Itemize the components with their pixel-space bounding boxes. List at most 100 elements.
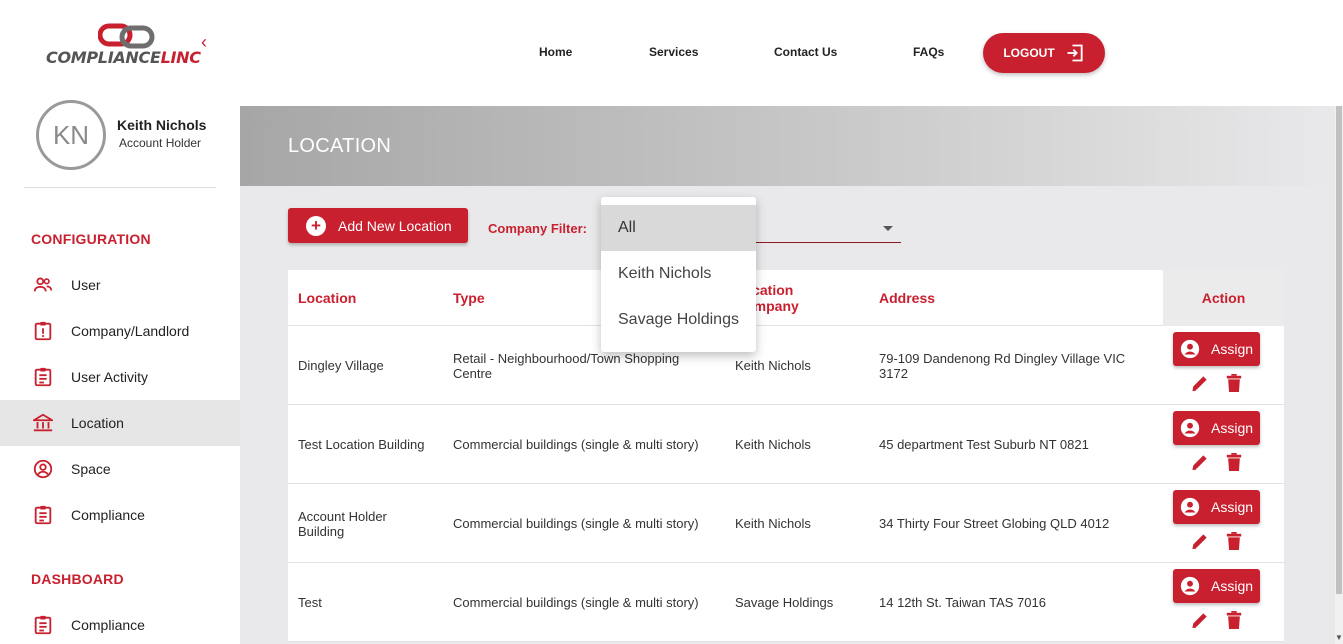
add-new-location-button[interactable]: + Add New Location xyxy=(288,208,468,243)
sidebar-divider xyxy=(24,187,216,188)
plus-circle-icon: + xyxy=(306,215,326,236)
account-circle-icon xyxy=(1179,496,1201,518)
column-header-location: Location xyxy=(298,290,357,306)
column-header-type: Type xyxy=(453,290,485,306)
assign-label: Assign xyxy=(1211,499,1254,515)
clipboard-list-icon xyxy=(32,366,54,388)
sidebar-item-label: Location xyxy=(71,415,124,431)
assign-button[interactable]: Assign xyxy=(1173,490,1260,524)
sidebar-collapse-button[interactable]: ‹ xyxy=(201,32,207,53)
assign-label: Assign xyxy=(1211,420,1254,436)
locations-table: Location Type Location Company Address A… xyxy=(288,270,1284,642)
filter-option-keith-nichols[interactable]: Keith Nichols xyxy=(601,251,756,297)
bank-icon xyxy=(32,412,54,434)
scrollbar-thumb[interactable] xyxy=(1336,106,1342,594)
sidebar-item-label: Compliance xyxy=(71,507,145,523)
avatar-initials: KN xyxy=(52,119,90,150)
sidebar-item-label: Space xyxy=(71,461,111,477)
delete-trash-icon[interactable] xyxy=(1225,610,1243,630)
logo-wordmark: COMPLIANCELINC xyxy=(46,48,201,67)
delete-trash-icon[interactable] xyxy=(1225,373,1243,393)
sidebar-item-company-landlord[interactable]: Company/Landlord xyxy=(0,308,240,354)
column-header-address: Address xyxy=(879,290,936,306)
add-new-location-label: Add New Location xyxy=(338,217,452,234)
cell-location: Test Location Building xyxy=(298,437,425,452)
sidebar-item-user-activity[interactable]: User Activity xyxy=(0,354,240,400)
delete-trash-icon[interactable] xyxy=(1225,452,1243,472)
nav-services-link[interactable]: Services xyxy=(649,45,698,59)
cell-type: Commercial buildings (single & multi sto… xyxy=(453,437,699,452)
page-scrollbar[interactable]: ▼ xyxy=(1335,106,1343,644)
sidebar-item-location[interactable]: Location xyxy=(0,400,240,446)
avatar[interactable]: KN xyxy=(36,100,106,170)
assign-button[interactable]: Assign xyxy=(1173,569,1260,603)
user-name: Keith Nichols xyxy=(117,117,207,133)
app-root: COMPLIANCELINC ‹ KN Keith Nichols Accoun… xyxy=(0,0,1343,644)
sidebar-item-compliance[interactable]: Compliance xyxy=(0,492,240,538)
nav-home-link[interactable]: Home xyxy=(539,45,572,59)
scroll-down-arrow-icon[interactable]: ▼ xyxy=(1335,633,1343,642)
logout-icon xyxy=(1065,43,1085,63)
cell-type: Commercial buildings (single & multi sto… xyxy=(453,595,699,610)
cell-company: Keith Nichols xyxy=(735,516,811,531)
nav-contact-link[interactable]: Contact Us xyxy=(774,45,837,59)
configuration-section-title: CONFIGURATION xyxy=(31,231,151,247)
sidebar-item-label: User Activity xyxy=(71,369,149,385)
assign-button[interactable]: Assign xyxy=(1173,411,1260,445)
filter-option-all[interactable]: All xyxy=(601,205,756,251)
sidebar-item-label: User xyxy=(71,277,101,293)
main-content: LOCATION + Add New Location Company Filt… xyxy=(240,106,1335,644)
assign-label: Assign xyxy=(1211,341,1254,357)
dashboard-section-title: DASHBOARD xyxy=(31,571,124,587)
column-header-action: Action xyxy=(1163,270,1284,326)
account-circle-icon xyxy=(1179,417,1201,439)
sidebar-item-label: Compliance xyxy=(71,617,145,633)
logout-label: LOGOUT xyxy=(1003,46,1055,60)
alert-clipboard-icon xyxy=(32,320,54,342)
nav-faqs-link[interactable]: FAQs xyxy=(913,45,944,59)
dropdown-caret-icon xyxy=(883,226,893,231)
edit-pencil-icon[interactable] xyxy=(1190,452,1210,472)
cell-location: Test xyxy=(298,595,322,610)
sidebar-item-user[interactable]: User xyxy=(0,262,240,308)
cell-company: Savage Holdings xyxy=(735,595,834,610)
cell-location: Account Holder Building xyxy=(298,508,387,539)
top-navigation: Home Services Contact Us FAQs LOGOUT xyxy=(240,0,1343,106)
clipboard-list-icon xyxy=(32,614,54,636)
edit-pencil-icon[interactable] xyxy=(1190,610,1210,630)
cell-location: Dingley Village xyxy=(298,358,384,373)
edit-pencil-icon[interactable] xyxy=(1190,531,1210,551)
table-row: Account Holder Building Commercial build… xyxy=(288,484,1284,563)
cell-address: 79-109 Dandenong Rd Dingley Village VIC … xyxy=(879,350,1126,381)
company-filter-menu: All Keith Nichols Savage Holdings xyxy=(601,197,756,352)
delete-trash-icon[interactable] xyxy=(1225,531,1243,551)
assign-button[interactable]: Assign xyxy=(1173,332,1260,366)
account-circle-icon xyxy=(32,458,54,480)
chain-link-icon xyxy=(98,23,155,49)
table-row: Test Location Building Commercial buildi… xyxy=(288,405,1284,484)
edit-pencil-icon[interactable] xyxy=(1190,373,1210,393)
sidebar: COMPLIANCELINC ‹ KN Keith Nichols Accoun… xyxy=(0,0,240,644)
clipboard-list-icon xyxy=(32,504,54,526)
user-role: Account Holder xyxy=(119,136,202,150)
users-icon xyxy=(32,274,54,296)
compliancelinc-logo[interactable]: COMPLIANCELINC xyxy=(46,20,201,70)
logout-button[interactable]: LOGOUT xyxy=(983,33,1105,73)
cell-address: 14 12th St. Taiwan TAS 7016 xyxy=(879,595,1046,610)
company-filter-label: Company Filter: xyxy=(488,221,587,236)
page-title: LOCATION xyxy=(288,135,392,157)
account-circle-icon xyxy=(1179,338,1201,360)
table-row: Test Commercial buildings (single & mult… xyxy=(288,563,1284,642)
cell-address: 34 Thirty Four Street Globing QLD 4012 xyxy=(879,516,1110,531)
filter-option-savage-holdings[interactable]: Savage Holdings xyxy=(601,297,756,343)
cell-type: Commercial buildings (single & multi sto… xyxy=(453,516,699,531)
cell-address: 45 department Test Suburb NT 0821 xyxy=(879,437,1089,452)
sidebar-item-dashboard-compliance[interactable]: Compliance xyxy=(0,602,240,644)
page-banner: LOCATION xyxy=(240,106,1335,186)
account-circle-icon xyxy=(1179,575,1201,597)
table-header: Location Type Location Company Address A… xyxy=(288,270,1284,326)
sidebar-item-label: Company/Landlord xyxy=(71,323,190,339)
table-row: Dingley Village Retail - Neighbourhood/T… xyxy=(288,326,1284,405)
cell-company: Keith Nichols xyxy=(735,437,811,452)
sidebar-item-space[interactable]: Space xyxy=(0,446,240,492)
